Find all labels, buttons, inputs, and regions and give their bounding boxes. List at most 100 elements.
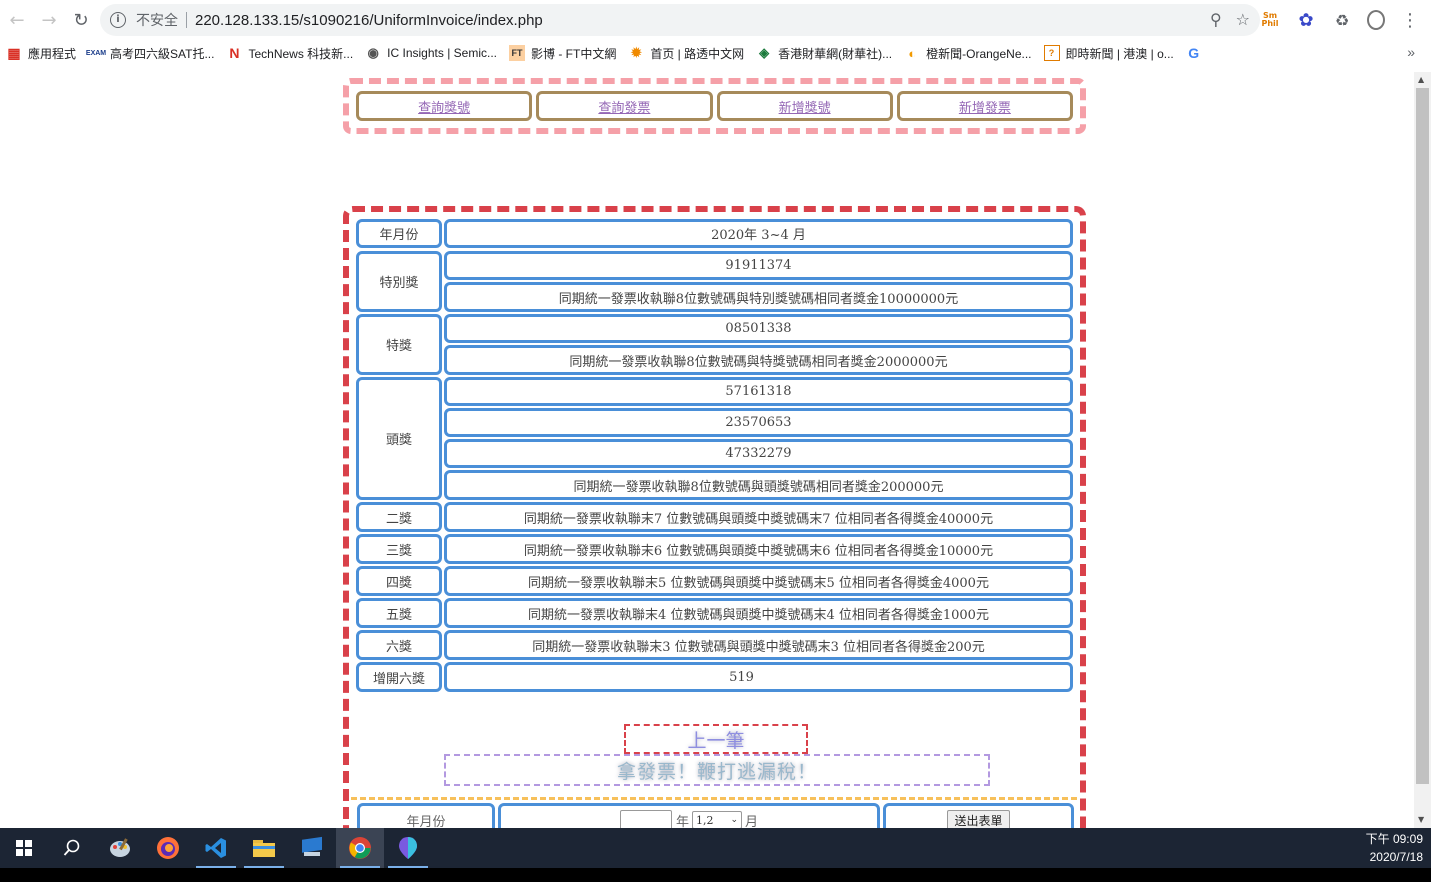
nav-link[interactable]: 查詢發票: [598, 97, 650, 116]
zoom-icon[interactable]: ⚲: [1210, 10, 1222, 29]
apps-grid-icon: ▦: [7, 44, 21, 61]
google-icon: G: [1188, 45, 1200, 61]
reload-icon[interactable]: ↻: [66, 5, 96, 35]
extra-sixth-prize-number: 519: [444, 662, 1073, 692]
taskbar: 下午 09:09 2020/7/18: [0, 828, 1431, 868]
first-prize-number: 47332279: [444, 439, 1073, 468]
ft-icon: FT: [509, 45, 525, 61]
slogan-banner: 拿發票！鞭打逃漏稅！: [444, 754, 990, 786]
third-prize-label: 三獎: [356, 534, 442, 564]
file-explorer-icon[interactable]: [240, 828, 288, 868]
browser-toolbar: ← → ↻ i 不安全 220.128.133.15/s1090216/Unif…: [0, 0, 1431, 40]
nav-link[interactable]: 新增獎號: [779, 97, 831, 116]
bookmarks-overflow-icon[interactable]: »: [1407, 44, 1415, 60]
scroll-down-icon[interactable]: ▼: [1418, 815, 1424, 824]
bookmark-item[interactable]: ◐ 橙新聞-OrangeNe...: [904, 45, 1031, 62]
swirl-extension-icon[interactable]: ✿: [1295, 9, 1317, 31]
grand-prize-label: 特獎: [356, 314, 442, 375]
page-scrollbar[interactable]: ▲ ▼: [1414, 72, 1431, 828]
query-form: 年月份 年 1,2 ⌄ 月 送出表單: [351, 797, 1077, 828]
maps-pin-app-icon[interactable]: [384, 828, 432, 868]
orange-news-icon: ◐: [908, 45, 917, 61]
grand-prize-number: 08501338: [444, 314, 1073, 343]
paint-app-icon[interactable]: [96, 828, 144, 868]
form-label: 年月份: [357, 803, 495, 828]
windows-start-icon[interactable]: [0, 828, 48, 868]
period-label: 年月份: [356, 219, 442, 248]
extra-sixth-prize-label: 增開六獎: [356, 662, 442, 692]
url-text[interactable]: 220.128.133.15/s1090216/UniformInvoice/i…: [195, 12, 543, 29]
address-bar[interactable]: i 不安全 220.128.133.15/s1090216/UniformInv…: [100, 4, 1260, 36]
sixth-prize-desc: 同期統一發票收執聯末3 位數號碼與頭獎中獎號碼末3 位相同者各得獎金200元: [444, 630, 1073, 660]
page-viewport: 查詢獎號 查詢發票 新增獎號 新增發票 年月份 2020年 3~4 月 特別獎 …: [0, 72, 1414, 828]
bookmark-item[interactable]: FT 影博 - FT中文網: [509, 45, 616, 62]
chevron-down-icon: ⌄: [730, 815, 738, 825]
special-prize-label: 特別獎: [356, 251, 442, 312]
first-prize-number: 57161318: [444, 377, 1073, 406]
fifth-prize-desc: 同期統一發票收執聯末4 位數號碼與頭獎中獎號碼末4 位相同者各得獎金1000元: [444, 598, 1073, 628]
icinsights-icon: ◉: [367, 45, 379, 60]
firefox-icon[interactable]: [144, 828, 192, 868]
bookmark-item[interactable]: G: [1186, 45, 1208, 61]
year-input[interactable]: [619, 810, 672, 828]
fourth-prize-label: 四獎: [356, 566, 442, 596]
extensions-puzzle-icon[interactable]: ♻: [1331, 9, 1353, 31]
technews-icon: N: [229, 45, 240, 61]
smartphil-extension-icon[interactable]: Sm Phil: [1259, 9, 1281, 31]
nav-query-invoice[interactable]: 查詢發票: [536, 91, 713, 121]
bookmark-item[interactable]: ✹ 首页 | 路透中文网: [628, 45, 744, 62]
back-arrow-icon[interactable]: ←: [2, 5, 32, 35]
search-icon[interactable]: [48, 828, 96, 868]
screen-bottom-edge: [0, 868, 1431, 882]
forward-arrow-icon[interactable]: →: [34, 5, 64, 35]
grand-prize-desc: 同期統一發票收執聯8位數號碼與特獎號碼相同者獎金2000000元: [444, 345, 1073, 375]
first-prize-desc: 同期統一發票收執聯8位數號碼與頭獎號碼相同者獎金200000元: [444, 470, 1073, 500]
nav-add-invoice[interactable]: 新增發票: [896, 91, 1073, 121]
submit-button[interactable]: 送出表單: [947, 810, 1010, 828]
special-prize-desc: 同期統一發票收執聯8位數號碼與特別獎號碼相同者獎金10000000元: [444, 282, 1073, 312]
scroll-up-icon[interactable]: ▲: [1418, 75, 1424, 84]
bookmark-star-icon[interactable]: ☆: [1236, 10, 1250, 29]
bookmark-item[interactable]: ? 即時新聞 | 港澳 | o...: [1043, 45, 1174, 62]
clock-date: 2020/7/18: [1369, 850, 1423, 864]
divider: [186, 12, 187, 28]
security-label: 不安全: [136, 12, 178, 28]
bookmark-item[interactable]: ◈ 香港財華網(財華社)...: [756, 45, 892, 62]
scroll-thumb[interactable]: [1416, 88, 1429, 784]
month-select[interactable]: 1,2 ⌄: [692, 811, 742, 828]
nav-add-prize[interactable]: 新增獎號: [716, 91, 893, 121]
form-submit-cell: 送出表單: [883, 803, 1074, 828]
profile-avatar-icon[interactable]: [1367, 10, 1385, 30]
bookmarks-bar: ▦ 應用程式 EXAM 高考四六級SAT托... N TechNews 科技新... …: [0, 40, 1431, 66]
year-unit: 年: [675, 814, 689, 829]
first-prize-number: 23570653: [444, 408, 1073, 437]
deploy-app-icon[interactable]: [288, 828, 336, 868]
fifth-prize-label: 五獎: [356, 598, 442, 628]
previous-record-button[interactable]: 上一筆: [624, 724, 808, 754]
month-unit: 月: [745, 814, 759, 829]
fourth-prize-desc: 同期統一發票收執聯末5 位數號碼與頭獎中獎號碼末5 位相同者各得獎金4000元: [444, 566, 1073, 596]
menu-kebab-icon[interactable]: ⋮: [1399, 9, 1421, 31]
reuters-icon: ✹: [630, 45, 642, 60]
exam4us-icon: EXAM: [85, 49, 107, 57]
bookmark-item[interactable]: EXAM 高考四六級SAT托...: [85, 45, 215, 62]
bookmark-item[interactable]: ◉ IC Insights | Semic...: [365, 45, 498, 61]
system-clock[interactable]: 下午 09:09 2020/7/18: [1366, 830, 1423, 866]
special-prize-number: 91911374: [444, 251, 1073, 280]
nav-link[interactable]: 新增發票: [959, 97, 1011, 116]
finet-icon: ◈: [759, 45, 770, 60]
chrome-icon[interactable]: [336, 828, 384, 868]
vscode-icon[interactable]: [192, 828, 240, 868]
nav-query-prize[interactable]: 查詢獎號: [356, 91, 533, 121]
period-value: 2020年 3~4 月: [444, 219, 1073, 248]
top-nav: 查詢獎號 查詢發票 新增獎號 新增發票: [343, 78, 1086, 134]
oncc-icon: ?: [1043, 45, 1060, 61]
info-icon[interactable]: i: [110, 12, 126, 28]
clock-time: 下午 09:09: [1365, 832, 1423, 846]
bookmark-item[interactable]: ▦ 應用程式: [6, 45, 76, 62]
form-inputs: 年 1,2 ⌄ 月: [498, 803, 880, 828]
second-prize-label: 二獎: [356, 502, 442, 532]
second-prize-desc: 同期統一發票收執聯末7 位數號碼與頭獎中獎號碼末7 位相同者各得獎金40000元: [444, 502, 1073, 532]
nav-link[interactable]: 查詢獎號: [418, 97, 470, 116]
bookmark-item[interactable]: N TechNews 科技新...: [226, 45, 353, 62]
